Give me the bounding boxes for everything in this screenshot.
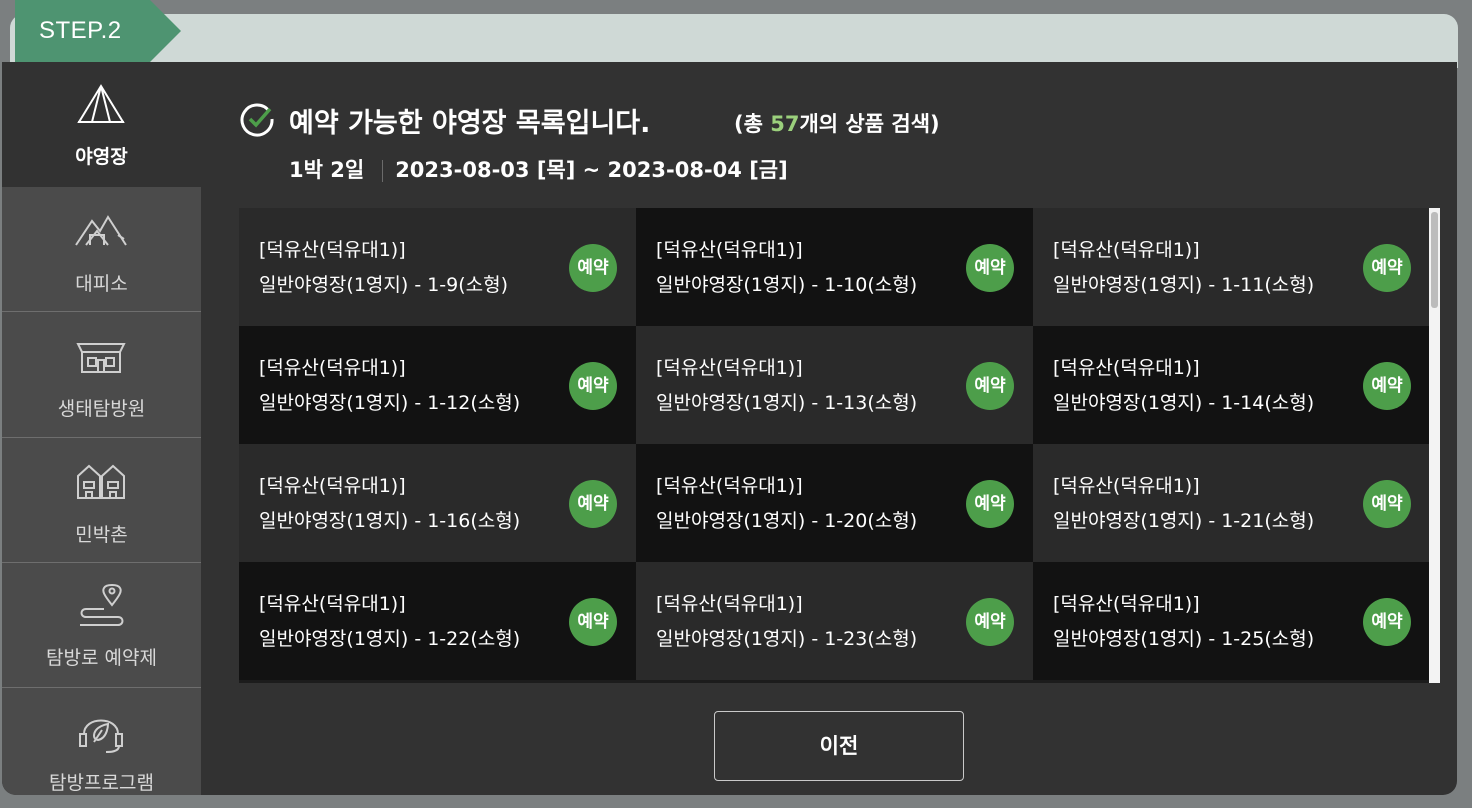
back-button[interactable]: 이전 [714, 711, 964, 781]
step-label: STEP.2 [39, 17, 122, 44]
sidebar-item-label: 야영장 [75, 146, 128, 168]
sidebar-item-label: 탐방프로그램 [49, 772, 154, 794]
sidebar-item-label: 대피소 [75, 273, 128, 295]
houses-icon [77, 464, 125, 499]
reserve-button[interactable]: 예약 [569, 362, 617, 410]
campsite-card: [덕유산(덕유대1)] 일반야영장(1영지) - 1-14(소형) 예약 [1033, 326, 1429, 444]
campsite-place: [덕유산(덕유대1)] [656, 239, 803, 261]
campsite-place: [덕유산(덕유대1)] [656, 357, 803, 379]
campsite-card: [덕유산(덕유대1)] 일반야영장(1영지) - 1-25(소형) 예약 [1033, 562, 1429, 680]
sidebar-item-program[interactable]: 탐방프로그램 [2, 688, 201, 795]
campsite-name: 일반야영장(1영지) - 1-11(소형) [1053, 274, 1315, 296]
sidebar-item-shelter[interactable]: 대피소 [2, 187, 201, 312]
campsite-place: [덕유산(덕유대1)] [1053, 357, 1200, 379]
scrollbar-thumb[interactable] [1431, 212, 1438, 308]
campsite-card: [덕유산(덕유대1)] 일반야영장(1영지) - 1-10(소형) 예약 [636, 208, 1033, 326]
step-indicator: STEP.2 [15, 0, 183, 62]
sidebar: 야영장 대피소 생태탐방원 민박촌 탐방로 예약제 탐방프로그램 [2, 62, 201, 795]
campsite-name: 일반야영장(1영지) - 1-20(소형) [656, 510, 918, 532]
reserve-button[interactable]: 예약 [966, 598, 1014, 646]
reserve-button[interactable]: 예약 [569, 598, 617, 646]
campsite-name: 일반야영장(1영지) - 1-14(소형) [1053, 392, 1315, 414]
campsite-place: [덕유산(덕유대1)] [656, 593, 803, 615]
count-prefix: (총 [734, 112, 771, 136]
tent-icon [77, 84, 125, 123]
campsite-card: [덕유산(덕유대1)] 일반야영장(1영지) - 1-22(소형) 예약 [239, 562, 636, 680]
main-panel: 야영장 대피소 생태탐방원 민박촌 탐방로 예약제 탐방프로그램 예약 가능한 … [2, 62, 1457, 795]
reserve-button[interactable]: 예약 [966, 244, 1014, 292]
result-count: (총 57개의 상품 검색) [734, 108, 940, 138]
date-range: 2023-08-03 [목] ~ 2023-08-04 [금] [395, 158, 788, 182]
campsite-card: [덕유산(덕유대1)] 일반야영장(1영지) - 1-9(소형) 예약 [239, 208, 636, 326]
campsite-place: [덕유산(덕유대1)] [1053, 239, 1200, 261]
campsite-card: [덕유산(덕유대1)] 일반야영장(1영지) - 1-23(소형) 예약 [636, 562, 1033, 680]
campsite-name: 일반야영장(1영지) - 1-13(소형) [656, 392, 918, 414]
reserve-button[interactable]: 예약 [966, 362, 1014, 410]
campsite-name: 일반야영장(1영지) - 1-22(소형) [259, 628, 521, 650]
campsite-place: [덕유산(덕유대1)] [259, 357, 406, 379]
reserve-button[interactable]: 예약 [1363, 598, 1411, 646]
sidebar-item-label: 민박촌 [75, 524, 128, 546]
campsite-place: [덕유산(덕유대1)] [259, 239, 406, 261]
campsite-place: [덕유산(덕유대1)] [1053, 475, 1200, 497]
mountain-shelter-icon [75, 215, 127, 246]
step-header-bar [10, 14, 1458, 68]
page-title: 예약 가능한 야영장 목록입니다. [289, 108, 651, 139]
modal-frame: STEP.2 야영장 대피소 생태탐방원 민박촌 탐방로 예약제 탐방프로그램 … [0, 0, 1472, 808]
sidebar-item-campground[interactable]: 야영장 [2, 62, 201, 187]
sidebar-item-trail-reservation[interactable]: 탐방로 예약제 [2, 563, 201, 688]
sidebar-item-eco-center[interactable]: 생태탐방원 [2, 312, 201, 438]
campsite-card: [덕유산(덕유대1)] 일반야영장(1영지) - 1-16(소형) 예약 [239, 444, 636, 562]
campsite-name: 일반야영장(1영지) - 1-12(소형) [259, 392, 521, 414]
campsite-list: [덕유산(덕유대1)] 일반야영장(1영지) - 1-9(소형) 예약 [덕유산(덕유… [239, 208, 1429, 683]
count-suffix: 개의 상품 검색) [799, 112, 940, 136]
reserve-button[interactable]: 예약 [1363, 244, 1411, 292]
campsite-name: 일반야영장(1영지) - 1-9(소형) [259, 274, 509, 296]
campsite-name: 일반야영장(1영지) - 1-16(소형) [259, 510, 521, 532]
date-info: 1박 2일 2023-08-03 [목] ~ 2023-08-04 [금] [289, 154, 788, 184]
campsite-name: 일반야영장(1영지) - 1-25(소형) [1053, 628, 1315, 650]
campsite-card: [덕유산(덕유대1)] 일반야영장(1영지) - 1-20(소형) 예약 [636, 444, 1033, 562]
count-value: 57 [770, 112, 800, 136]
sidebar-item-label: 탐방로 예약제 [46, 647, 157, 669]
campsite-place: [덕유산(덕유대1)] [259, 475, 406, 497]
campsite-card: [덕유산(덕유대1)] 일반야영장(1영지) - 1-13(소형) 예약 [636, 326, 1033, 444]
sidebar-item-minbak[interactable]: 민박촌 [2, 438, 201, 563]
campsite-name: 일반야영장(1영지) - 1-23(소형) [656, 628, 918, 650]
campsite-place: [덕유산(덕유대1)] [1053, 593, 1200, 615]
campsite-card: [덕유산(덕유대1)] 일반야영장(1영지) - 1-12(소형) 예약 [239, 326, 636, 444]
divider [382, 160, 384, 182]
campsite-place: [덕유산(덕유대1)] [656, 475, 803, 497]
check-circle-icon [240, 103, 274, 137]
nights-label: 1박 2일 [289, 158, 365, 182]
headset-leaf-icon [79, 719, 123, 753]
reserve-button[interactable]: 예약 [1363, 480, 1411, 528]
trail-pin-icon [80, 584, 124, 626]
sidebar-item-label: 생태탐방원 [57, 398, 146, 420]
campsite-place: [덕유산(덕유대1)] [259, 593, 406, 615]
reserve-button[interactable]: 예약 [569, 480, 617, 528]
campsite-name: 일반야영장(1영지) - 1-10(소형) [656, 274, 918, 296]
campsite-name: 일반야영장(1영지) - 1-21(소형) [1053, 510, 1315, 532]
reserve-button[interactable]: 예약 [1363, 362, 1411, 410]
campsite-card: [덕유산(덕유대1)] 일반야영장(1영지) - 1-21(소형) 예약 [1033, 444, 1429, 562]
scrollbar[interactable] [1429, 208, 1440, 683]
reserve-button[interactable]: 예약 [966, 480, 1014, 528]
campsite-card: [덕유산(덕유대1)] 일반야영장(1영지) - 1-11(소형) 예약 [1033, 208, 1429, 326]
building-icon [76, 343, 126, 373]
reserve-button[interactable]: 예약 [569, 244, 617, 292]
